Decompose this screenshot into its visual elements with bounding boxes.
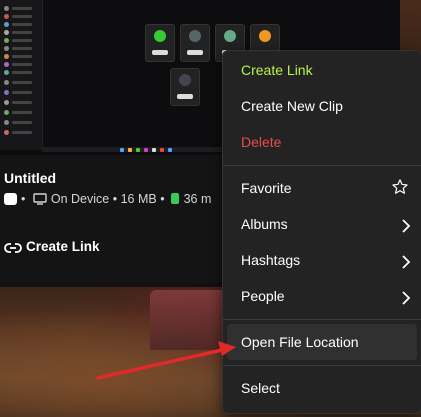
menu-item-people[interactable]: People — [241, 288, 285, 304]
thumbnail-sidebar-row — [4, 100, 38, 105]
chevron-right-icon — [402, 255, 411, 269]
thumbnail-sidebar-row — [4, 80, 38, 85]
clip-title: Untitled — [4, 170, 57, 186]
create-link-button[interactable]: Create Link — [4, 239, 100, 254]
thumbnail-sidebar — [0, 0, 43, 150]
chevron-right-icon — [402, 219, 411, 233]
thumbnail-sidebar-row — [4, 62, 38, 67]
duration-icon — [170, 193, 179, 204]
thumbnail-user-tile — [145, 24, 175, 62]
thumbnail-taskbar-icon — [152, 148, 156, 152]
menu-divider — [223, 365, 421, 366]
star-icon[interactable] — [391, 178, 409, 196]
thumbnail-taskbar-icon — [160, 148, 164, 152]
link-icon — [4, 243, 22, 253]
menu-item-delete[interactable]: Delete — [241, 134, 281, 150]
thumbnail-sidebar-row — [4, 70, 38, 75]
clip-type-icon — [4, 193, 17, 205]
thumbnail-sidebar-row — [4, 22, 38, 27]
meta-separator: • — [21, 192, 26, 206]
thumbnail-sidebar-row — [4, 54, 38, 59]
menu-item-favorite[interactable]: Favorite — [241, 180, 292, 196]
meta-separator: • — [160, 192, 165, 206]
thumbnail-user-tile — [170, 68, 200, 106]
create-link-label: Create Link — [26, 239, 100, 254]
menu-item-hashtags[interactable]: Hashtags — [241, 252, 300, 268]
menu-divider — [223, 165, 421, 166]
thumbnail-sidebar-row — [4, 90, 38, 95]
context-menu: Create Link Create New Clip Delete Favor… — [222, 50, 421, 414]
menu-item-create-new-clip[interactable]: Create New Clip — [241, 98, 343, 114]
thumbnail-sidebar-row — [4, 38, 38, 43]
thumbnail-sidebar-row — [4, 120, 38, 125]
clip-meta: • On Device • 16 MB • 36 m — [4, 192, 211, 206]
thumbnail-sidebar-row — [4, 14, 38, 19]
menu-divider — [223, 319, 421, 320]
monitor-icon — [33, 193, 47, 205]
chevron-right-icon — [402, 291, 411, 305]
thumbnail-taskbar-icon — [128, 148, 132, 152]
menu-item-create-link[interactable]: Create Link — [241, 62, 313, 78]
thumbnail-taskbar-icon — [168, 148, 172, 152]
menu-item-albums[interactable]: Albums — [241, 216, 288, 232]
thumbnail-sidebar-row — [4, 46, 38, 51]
thumbnail-taskbar-icon — [144, 148, 148, 152]
thumbnail-sidebar-row — [4, 110, 38, 115]
thumbnail-sidebar-row — [4, 6, 38, 11]
thumbnail-taskbar-icon — [120, 148, 124, 152]
thumbnail-taskbar-icon — [136, 148, 140, 152]
thumbnail-sidebar-row — [4, 30, 38, 35]
meta-separator: • — [112, 192, 118, 206]
clip-size: 16 MB — [120, 192, 157, 206]
menu-item-select[interactable]: Select — [241, 380, 280, 396]
thumbnail-user-tile — [180, 24, 210, 62]
thumbnail-sidebar-row — [4, 130, 38, 135]
clip-location: On Device — [50, 192, 110, 206]
clip-duration: 36 m — [183, 192, 212, 206]
menu-item-open-file-location[interactable]: Open File Location — [241, 334, 359, 350]
